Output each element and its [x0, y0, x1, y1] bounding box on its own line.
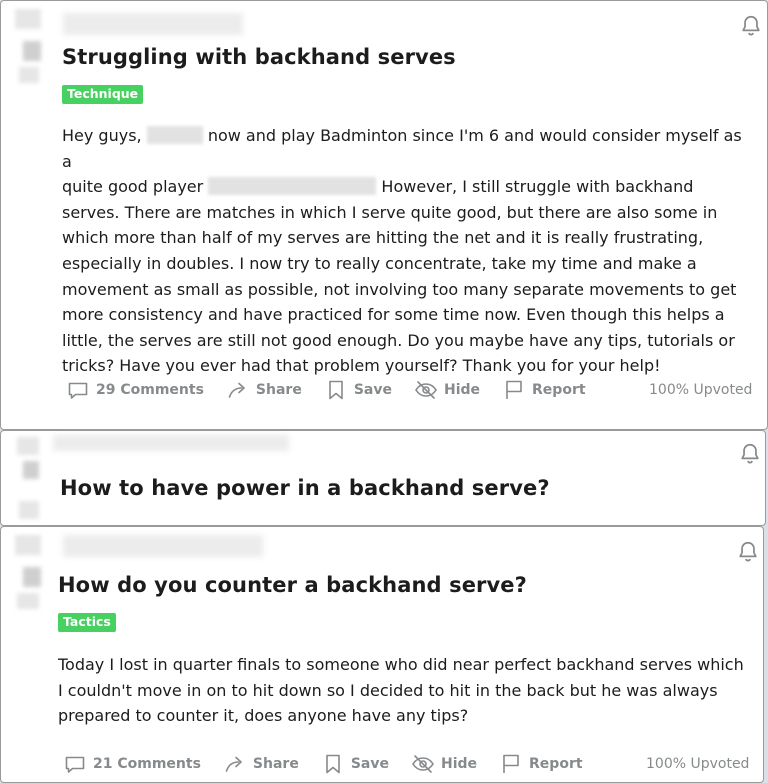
body-line: movement as small as possible, not invol…: [62, 279, 737, 299]
comments-label: 21 Comments: [93, 756, 201, 772]
body-line: I couldn't move in on to hit down so I d…: [58, 680, 718, 700]
body-line: more consistency and have practiced for …: [62, 305, 725, 325]
share-label: Share: [252, 756, 299, 772]
flair-badge[interactable]: Tactics: [58, 613, 116, 632]
bell-icon[interactable]: [738, 13, 764, 39]
comments-label: 29 Comments: [96, 382, 204, 398]
body-line: prepared to counter it, does anyone have…: [58, 706, 469, 726]
body-line: which more than half of my serves are hi…: [62, 228, 704, 248]
share-button[interactable]: Share: [226, 378, 302, 402]
body-line: quite good player: [62, 177, 204, 197]
save-button[interactable]: Save: [321, 752, 389, 776]
flair-badge[interactable]: Technique: [62, 85, 144, 104]
comments-button[interactable]: 29 Comments: [66, 378, 204, 402]
comment-icon: [66, 378, 90, 402]
post-card[interactable]: How do you counter a backhand serve? Tac…: [0, 526, 764, 783]
share-label: Share: [255, 382, 302, 398]
share-icon: [226, 378, 250, 402]
body-line: serves. There are matches in which I ser…: [62, 202, 718, 222]
vote-column: [1, 1, 43, 429]
save-button[interactable]: Save: [324, 378, 392, 402]
report-button[interactable]: Report: [499, 752, 583, 776]
post-card[interactable]: Struggling with backhand serves Techniqu…: [0, 0, 768, 430]
report-icon: [502, 378, 526, 402]
report-icon: [499, 752, 523, 776]
post-body: Today I lost in quarter finals to someon…: [58, 652, 758, 729]
post-title[interactable]: How to have power in a backhand serve?: [60, 476, 550, 500]
comments-button[interactable]: 21 Comments: [63, 752, 201, 776]
bell-icon[interactable]: [737, 441, 763, 467]
post-title[interactable]: How do you counter a backhand serve?: [58, 573, 527, 597]
report-label: Report: [529, 756, 583, 772]
body-line: little, the serves are still not good en…: [62, 330, 735, 350]
body-line: Hey guys,: [62, 126, 142, 145]
report-button[interactable]: Report: [502, 378, 586, 402]
save-label: Save: [350, 756, 389, 772]
post-body: Hey guys, now and play Badminton since I…: [62, 123, 752, 379]
post-actions: 21 Comments Share Save Hide Report: [63, 750, 605, 778]
post-actions: 29 Comments Share Save Hide Report: [66, 376, 608, 404]
save-label: Save: [353, 382, 392, 398]
post-title[interactable]: Struggling with backhand serves: [62, 45, 456, 69]
hide-icon: [411, 752, 435, 776]
vote-column: [1, 527, 43, 782]
body-line: especially in doubles. I now try to real…: [62, 253, 697, 273]
hide-button[interactable]: Hide: [411, 752, 477, 776]
upvote-ratio: 100% Upvoted: [649, 382, 753, 398]
share-button[interactable]: Share: [223, 752, 299, 776]
hide-icon: [414, 378, 438, 402]
bell-icon[interactable]: [735, 539, 761, 565]
post-card[interactable]: How to have power in a backhand serve?: [0, 430, 766, 526]
post-meta-redacted: [63, 13, 243, 35]
body-line: However, I still struggle with backhand: [381, 177, 694, 197]
vote-column: [1, 431, 43, 525]
share-icon: [223, 752, 247, 776]
report-label: Report: [532, 382, 586, 398]
body-line: Today I lost in quarter finals to someon…: [58, 655, 744, 674]
hide-label: Hide: [440, 756, 478, 772]
post-meta-redacted: [53, 435, 289, 451]
save-icon: [324, 378, 348, 402]
hide-label: Hide: [443, 382, 481, 398]
save-icon: [321, 752, 345, 776]
hide-button[interactable]: Hide: [414, 378, 480, 402]
comment-icon: [63, 752, 87, 776]
upvote-ratio: 100% Upvoted: [646, 756, 750, 772]
post-meta-redacted: [63, 535, 263, 557]
